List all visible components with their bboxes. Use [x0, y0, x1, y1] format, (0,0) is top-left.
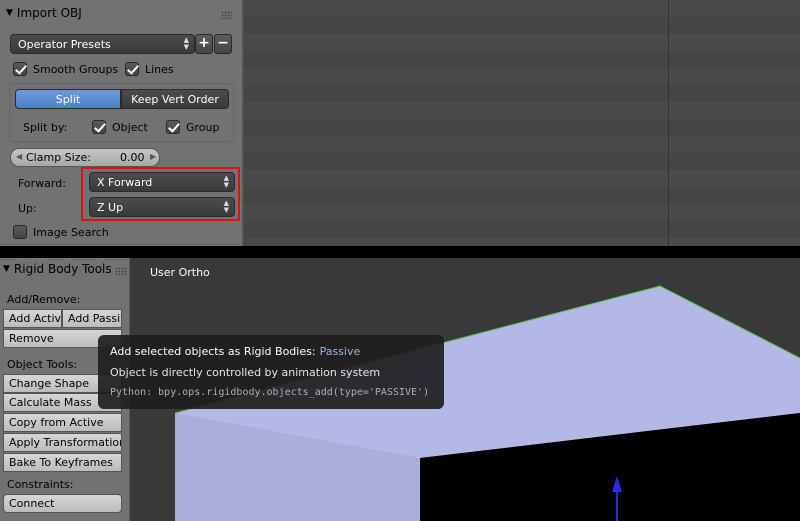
keep-vert-order-toggle[interactable]: Keep Vert Order [121, 89, 229, 109]
view-label: User Ortho [150, 266, 210, 279]
remove-preset-button[interactable]: − [214, 34, 232, 54]
dropdown-arrows-icon: ▲ ▼ [183, 36, 189, 51]
checkbox-unchecked-icon [13, 225, 27, 239]
split-by-label: Split by: [23, 121, 68, 134]
operator-presets-dropdown[interactable]: Operator Presets ▲ ▼ [10, 34, 195, 54]
constraints-header: Constraints: [7, 478, 74, 491]
tooltip-title: Add selected objects as Rigid Bodies: [110, 345, 316, 358]
checkbox-checked-icon [92, 120, 106, 134]
tooltip-python: Python: bpy.ops.rigidbody.objects_add(ty… [110, 387, 430, 398]
drag-grip-icon[interactable] [115, 267, 127, 275]
increment-arrow-icon[interactable]: ▶ [150, 152, 156, 161]
import-obj-title: Import OBJ [16, 6, 82, 20]
add-passive-button[interactable]: Add Passiv [62, 309, 122, 328]
clamp-size-value: 0.00 [120, 151, 145, 164]
top-editor-area: ▼ Import OBJ Operator Presets ▲ ▼ + − Smo… [0, 0, 800, 246]
decrement-arrow-icon[interactable]: ◀ [16, 152, 22, 161]
split-by-object-checkbox[interactable]: Object [92, 120, 148, 134]
add-preset-button[interactable]: + [195, 34, 213, 54]
current-frame-line [668, 0, 669, 246]
split-by-group-checkbox[interactable]: Group [166, 120, 220, 134]
split-options-box: Split Keep Vert Order Split by: Object G… [9, 83, 234, 142]
smooth-groups-checkbox[interactable]: Smooth Groups [13, 62, 118, 76]
rigid-body-header[interactable]: ▼ Rigid Body Tools [3, 260, 112, 278]
collapse-triangle-icon[interactable]: ▼ [6, 8, 13, 18]
lines-label: Lines [145, 62, 174, 76]
image-search-checkbox[interactable]: Image Search [13, 225, 109, 239]
copy-from-active-button[interactable]: Copy from Active [3, 413, 122, 432]
tooltip-highlight: Passive [319, 345, 361, 358]
tooltip-title-row: Add selected objects as Rigid Bodies: Pas… [110, 345, 432, 358]
apply-transformation-button[interactable]: Apply Transformation [3, 433, 122, 452]
rigid-body-title: Rigid Body Tools [13, 262, 112, 276]
collapse-triangle-icon[interactable]: ▼ [3, 264, 10, 274]
connect-button[interactable]: Connect [3, 494, 122, 513]
group-label: Group [186, 120, 220, 134]
clamp-size-field[interactable]: ◀ Clamp Size: 0.00 ▶ [10, 148, 160, 167]
image-search-label: Image Search [33, 225, 109, 239]
tooltip-description: Object is directly controlled by animati… [110, 366, 381, 379]
checkbox-checked-icon [125, 62, 139, 76]
forward-label: Forward: [18, 177, 66, 190]
object-tools-header: Object Tools: [7, 358, 78, 371]
area-divider[interactable] [0, 246, 800, 258]
up-label: Up: [18, 202, 37, 215]
add-active-button[interactable]: Add Activ [3, 309, 62, 328]
lines-checkbox[interactable]: Lines [125, 62, 174, 76]
timeline-background [244, 0, 800, 246]
smooth-groups-label: Smooth Groups [33, 62, 119, 76]
tooltip: Add selected objects as Rigid Bodies: Pas… [98, 335, 444, 409]
clamp-size-label: Clamp Size: [26, 151, 91, 164]
operator-presets-label: Operator Presets [18, 37, 111, 51]
import-obj-header[interactable]: ▼ Import OBJ [6, 4, 82, 22]
add-remove-header: Add/Remove: [7, 293, 81, 306]
checkbox-checked-icon [13, 62, 27, 76]
drag-grip-icon[interactable] [221, 11, 233, 19]
bake-to-keyframes-button[interactable]: Bake To Keyframes [3, 453, 122, 472]
object-label: Object [112, 120, 148, 134]
import-obj-panel: ▼ Import OBJ Operator Presets ▲ ▼ + − Smo… [0, 0, 243, 246]
split-toggle[interactable]: Split [15, 89, 121, 109]
highlight-rectangle [81, 167, 240, 221]
checkbox-checked-icon [166, 120, 180, 134]
